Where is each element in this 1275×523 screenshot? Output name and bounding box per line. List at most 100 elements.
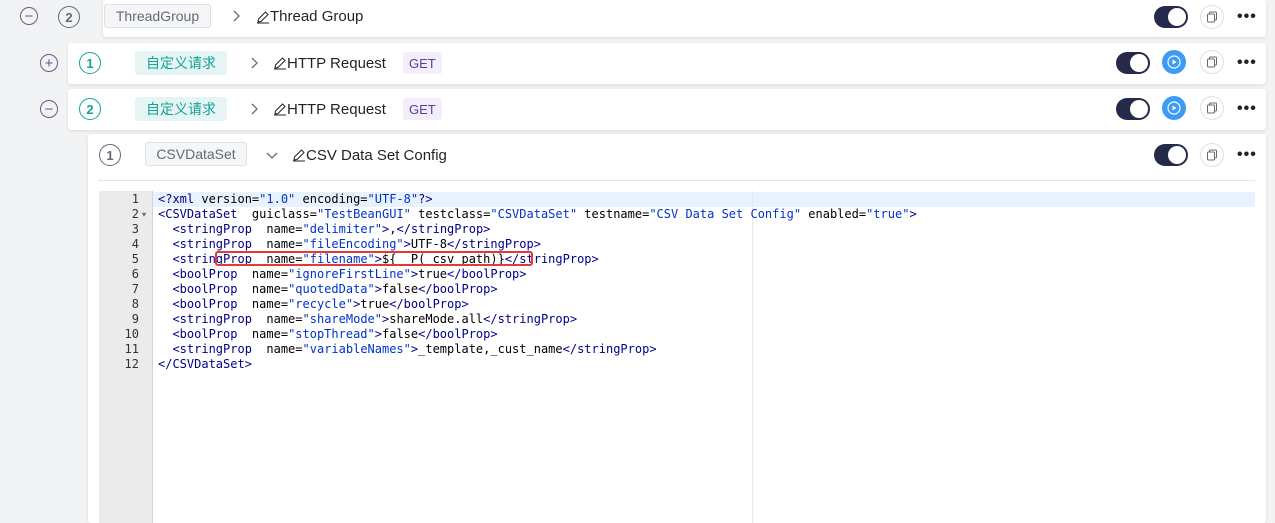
code-token: </boolProp> (389, 297, 469, 311)
child-count-badge: 1 (79, 52, 101, 74)
code-token: _template,_cust_name (418, 342, 563, 356)
more-icon[interactable]: ••• (1237, 55, 1257, 71)
line-number: 4 (131, 237, 139, 251)
element-title: HTTP Request (287, 55, 386, 72)
line-number: 10 (124, 327, 139, 341)
element-title: CSV Data Set Config (306, 147, 447, 164)
code-token: "CSVDataSet" (490, 207, 578, 221)
code-token: > (374, 282, 382, 296)
line-number: 6 (131, 267, 139, 281)
code-token: enabled= (801, 207, 867, 221)
code-token: encoding= (295, 192, 368, 206)
code-token: </stringProp> (447, 237, 541, 251)
code-token: > (403, 237, 411, 251)
code-line: <?xml version="1.0" encoding="UTF-8"?> (158, 192, 917, 207)
edit-icon[interactable] (256, 10, 270, 24)
more-icon[interactable]: ••• (1237, 9, 1257, 25)
chevron-right-icon[interactable] (248, 103, 260, 115)
code-token: name= (251, 237, 303, 251)
more-icon[interactable]: ••• (1237, 101, 1257, 117)
chevron-right-icon[interactable] (248, 57, 260, 69)
code-line: <stringProp name="fileEncoding">UTF-8</s… (158, 237, 917, 252)
code-line: <boolProp name="stopThread">false</boolP… (158, 327, 917, 342)
xml-code-editor[interactable]: <?xml version="1.0" encoding="UTF-8"?> <C… (158, 192, 917, 372)
collapse-icon[interactable]: − (40, 100, 58, 118)
copy-icon[interactable] (1200, 50, 1224, 74)
code-line: <stringProp name="shareMode">shareMode.a… (158, 312, 917, 327)
code-token: <boolProp (172, 297, 238, 311)
child-count-badge: 2 (58, 6, 80, 28)
fold-arrow-icon[interactable]: ▾ (142, 207, 146, 222)
copy-icon[interactable] (1200, 143, 1224, 167)
line-number: 2 (131, 207, 139, 221)
edit-icon[interactable] (273, 102, 287, 116)
expand-icon[interactable]: + (40, 54, 58, 72)
line-number: 5 (131, 252, 139, 266)
code-token: "UTF-8" (367, 192, 419, 206)
code-token: name= (237, 297, 289, 311)
more-icon[interactable]: ••• (1237, 147, 1257, 163)
line-number: 1 (131, 192, 139, 206)
code-token: "stopThread" (288, 327, 375, 341)
chevron-right-icon[interactable] (230, 10, 242, 22)
copy-icon[interactable] (1200, 96, 1224, 120)
line-number: 7 (131, 282, 139, 296)
code-token: <stringProp (172, 222, 252, 236)
code-token: UTF-8 (410, 237, 448, 251)
code-token: name= (237, 282, 289, 296)
enable-switch[interactable] (1154, 144, 1188, 166)
code-token: name= (251, 342, 303, 356)
run-icon[interactable] (1162, 50, 1186, 74)
edit-icon[interactable] (292, 148, 306, 162)
code-token: testname= (577, 207, 650, 221)
code-token: testclass= (410, 207, 491, 221)
code-token: > (374, 327, 382, 341)
code-token: "ignoreFirstLine" (288, 267, 411, 281)
collapse-icon[interactable]: − (20, 7, 38, 25)
code-token: </CSVDataSet> (158, 357, 252, 371)
http-method-badge: GET (403, 98, 442, 120)
code-token: name= (251, 312, 303, 326)
code-token: > (909, 207, 917, 221)
http-method-badge: GET (403, 52, 442, 74)
code-token: false (382, 327, 419, 341)
enable-switch[interactable] (1116, 98, 1150, 120)
code-line: <stringProp name="delimiter">,</stringPr… (158, 222, 917, 237)
code-token: <stringProp (172, 342, 252, 356)
code-token: "1.0" (259, 192, 296, 206)
code-token: "variableNames" (302, 342, 411, 356)
line-numbers: 1 2 3 4 5 6 7 8 9 10 11 12 (99, 192, 139, 372)
code-token: "shareMode" (302, 312, 382, 326)
edit-icon[interactable] (273, 56, 287, 70)
element-title: HTTP Request (287, 101, 386, 118)
code-token: </stringProp> (562, 342, 657, 356)
code-token: ?> (418, 192, 433, 206)
chevron-down-icon[interactable] (266, 149, 278, 161)
enable-switch[interactable] (1116, 52, 1150, 74)
run-icon[interactable] (1162, 96, 1186, 120)
code-token: "CSV Data Set Config" (649, 207, 802, 221)
code-line: </CSVDataSet> (158, 357, 917, 372)
element-type-tag: 自定义请求 (135, 51, 227, 75)
line-number: 8 (131, 297, 139, 311)
code-token: </stringProp> (396, 222, 491, 236)
panel-divider (98, 180, 1255, 181)
enable-switch[interactable] (1154, 6, 1188, 28)
line-number: 12 (124, 357, 139, 371)
code-token: name= (237, 327, 289, 341)
code-token: <stringProp (172, 312, 252, 326)
line-number: 9 (131, 312, 139, 326)
copy-icon[interactable] (1200, 5, 1224, 29)
code-line: <boolProp name="quotedData">false</boolP… (158, 282, 917, 297)
code-token: guiclass= (237, 207, 317, 221)
code-token: <boolProp (172, 282, 238, 296)
code-token: <?xml (158, 192, 195, 206)
annotation-highlight-box (215, 251, 533, 266)
element-type-tag: ThreadGroup (104, 4, 211, 28)
